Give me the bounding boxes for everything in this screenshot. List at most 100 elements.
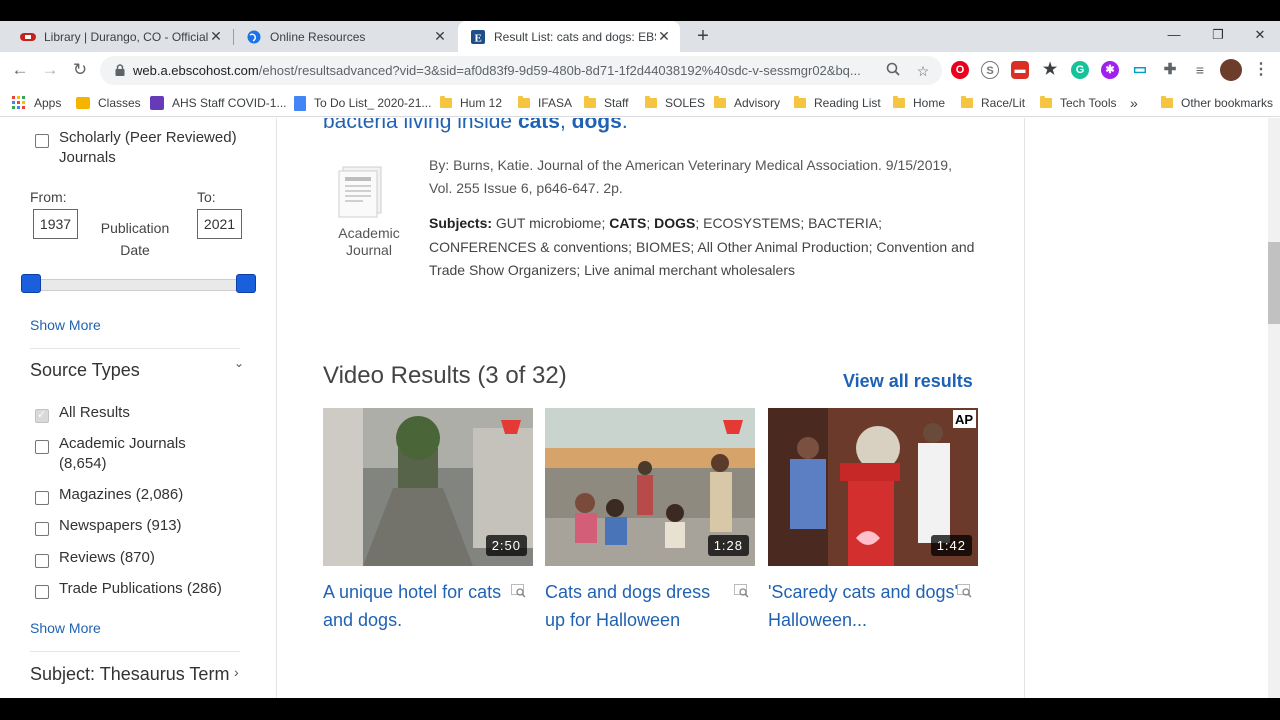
chrome-menu-icon[interactable]: ⋮ bbox=[1252, 61, 1270, 79]
cast-ext-icon[interactable]: ▭ bbox=[1131, 61, 1149, 79]
right-column bbox=[1024, 118, 1268, 698]
extension-purple-icon[interactable]: ✱ bbox=[1101, 61, 1119, 79]
profile-avatar[interactable] bbox=[1220, 59, 1242, 81]
subjects-text: ; bbox=[646, 215, 655, 231]
bookmark-hum12[interactable]: Hum 12 bbox=[440, 93, 502, 113]
scrollbar-thumb[interactable] bbox=[1268, 242, 1280, 324]
scholarly-checkbox[interactable] bbox=[35, 134, 49, 148]
puzzle-extensions-icon[interactable]: ✚ bbox=[1161, 61, 1179, 79]
academic-journals-checkbox[interactable] bbox=[35, 440, 49, 454]
video-title-link[interactable]: Cats and dogs dress up for Halloween bbox=[545, 578, 735, 634]
chevron-down-icon[interactable]: ⌄ bbox=[234, 356, 244, 370]
bookmarks-overflow-button[interactable]: » bbox=[1130, 93, 1138, 113]
video-thumbnail-hotel[interactable]: 2:50 bbox=[323, 408, 533, 566]
screen-top-bar bbox=[0, 0, 1280, 21]
tab-close-icon[interactable]: ✕ bbox=[656, 28, 672, 45]
slider-handle-from[interactable] bbox=[21, 274, 41, 293]
tab-close-icon[interactable]: ✕ bbox=[208, 28, 224, 45]
ebsco-results-page: Scholarly (Peer Reviewed) Journals From:… bbox=[0, 118, 1268, 698]
bookmark-apps[interactable]: Apps bbox=[12, 93, 61, 113]
tab-online-resources[interactable]: Online Resources ✕ bbox=[234, 21, 456, 52]
all-results-checkbox[interactable] bbox=[35, 408, 49, 423]
bookmark-ahs-staff[interactable]: AHS Staff COVID-1... bbox=[150, 93, 286, 113]
minimize-button[interactable]: — bbox=[1152, 21, 1196, 49]
bookmark-ifasa[interactable]: IFASA bbox=[518, 93, 572, 113]
newspapers-checkbox[interactable] bbox=[35, 522, 49, 536]
source-type-label: Academic Journals (8,654) bbox=[59, 435, 186, 472]
video-title-link[interactable]: A unique hotel for cats and dogs. bbox=[323, 578, 513, 634]
title-highlight: dogs bbox=[571, 118, 622, 133]
bookmark-other[interactable]: Other bookmarks bbox=[1161, 93, 1273, 113]
bookmark-label: To Do List_ 2020-21... bbox=[314, 96, 432, 110]
reload-button[interactable]: ↻ bbox=[68, 58, 92, 82]
tab-close-icon[interactable]: ✕ bbox=[432, 28, 448, 45]
source-types-heading[interactable]: Source Types bbox=[30, 360, 140, 381]
address-bar[interactable]: web.a.ebscohost.com/ehost/resultsadvance… bbox=[100, 56, 942, 85]
page-scrollbar[interactable] bbox=[1268, 118, 1280, 698]
media-queue-icon[interactable]: ≡ bbox=[1191, 61, 1209, 79]
result-subjects: Subjects: GUT microbiome; CATS; DOGS; EC… bbox=[429, 212, 989, 283]
bookmark-reading-list[interactable]: Reading List bbox=[794, 93, 881, 113]
trade-publications-checkbox[interactable] bbox=[35, 585, 49, 599]
forward-button[interactable]: → bbox=[38, 58, 62, 82]
bookmark-home[interactable]: Home bbox=[893, 93, 945, 113]
docs-icon bbox=[294, 95, 306, 111]
source-type-label: Trade Publications (286) bbox=[59, 580, 222, 597]
publication-date-label: Publication Date bbox=[100, 220, 170, 258]
bookmark-label: Staff bbox=[604, 96, 629, 110]
video-thumbnail-halloween[interactable]: 1:28 bbox=[545, 408, 755, 566]
grammarly-ext-icon[interactable]: G bbox=[1071, 61, 1089, 79]
bookmark-todo[interactable]: To Do List_ 2020-21... bbox=[294, 93, 431, 113]
bookmark-race-lit[interactable]: Race/Lit bbox=[961, 93, 1025, 113]
back-button[interactable]: ← bbox=[8, 58, 32, 82]
bookmark-soles[interactable]: SOLES bbox=[645, 93, 705, 113]
tab-ebsco-results[interactable]: E Result List: cats and dogs: EBSCO ✕ bbox=[458, 21, 680, 52]
zoom-icon[interactable] bbox=[884, 62, 902, 80]
bookmark-advisory[interactable]: Advisory bbox=[714, 93, 780, 113]
tab-library-durango[interactable]: Library | Durango, CO - Official W ✕ bbox=[8, 21, 232, 52]
reviews-checkbox[interactable] bbox=[35, 554, 49, 568]
bookmark-label: AHS Staff COVID-1... bbox=[172, 96, 287, 110]
from-year-input[interactable]: 1937 bbox=[33, 209, 78, 239]
video-title-link[interactable]: 'Scaredy cats and dogs' Halloween... bbox=[768, 578, 958, 634]
preview-magnifier-icon[interactable] bbox=[734, 584, 750, 598]
to-year-input[interactable]: 2021 bbox=[197, 209, 242, 239]
divider bbox=[30, 348, 240, 349]
tab-title: Library | Durango, CO - Official W bbox=[44, 29, 208, 44]
subject-thesaurus-heading[interactable]: Subject: Thesaurus Term bbox=[30, 663, 230, 686]
restore-button[interactable]: ❐ bbox=[1196, 21, 1240, 49]
date-range-slider[interactable] bbox=[30, 279, 248, 291]
bookmarks-bar: Apps Classes AHS Staff COVID-1... To Do … bbox=[0, 89, 1280, 117]
opera-ext-icon[interactable]: O bbox=[951, 61, 969, 79]
bookmark-staff[interactable]: Staff bbox=[584, 93, 628, 113]
slider-handle-to[interactable] bbox=[236, 274, 256, 293]
result-title-link[interactable]: bacteria living inside cats, dogs. bbox=[323, 118, 628, 134]
magazines-checkbox[interactable] bbox=[35, 491, 49, 505]
bookmark-tech-tools[interactable]: Tech Tools bbox=[1040, 93, 1116, 113]
bookmark-classes[interactable]: Classes bbox=[76, 93, 141, 113]
preview-magnifier-icon[interactable] bbox=[511, 584, 527, 598]
preview-magnifier-icon[interactable] bbox=[957, 584, 973, 598]
classes-icon bbox=[76, 97, 90, 109]
new-tab-button[interactable]: + bbox=[692, 24, 714, 48]
bookmark-star-icon[interactable]: ☆ bbox=[914, 62, 932, 80]
close-window-button[interactable]: ✕ bbox=[1238, 21, 1280, 49]
bookmark-label: Tech Tools bbox=[1060, 96, 1117, 110]
folder-icon bbox=[584, 96, 596, 108]
bookmark-label: Advisory bbox=[734, 96, 781, 110]
bookmark-label: SOLES bbox=[665, 96, 706, 110]
folder-icon bbox=[440, 96, 452, 108]
skype-ext-icon[interactable]: S bbox=[981, 61, 999, 79]
subjects-label: Subjects: bbox=[429, 215, 493, 231]
video-thumbnail-scaredy-cats[interactable]: AP 1:42 bbox=[768, 408, 978, 566]
screencast-ext-icon[interactable]: ▬ bbox=[1011, 61, 1029, 79]
result-citation: By: Burns, Katie. Journal of the America… bbox=[429, 157, 952, 196]
view-all-results-link[interactable]: View all results bbox=[843, 371, 973, 392]
folder-icon bbox=[714, 96, 726, 108]
star-ext-icon[interactable]: ★ bbox=[1041, 61, 1059, 79]
tab-title: Result List: cats and dogs: EBSCO bbox=[494, 29, 656, 44]
show-more-link[interactable]: Show More bbox=[30, 620, 101, 636]
chevron-right-icon[interactable]: › bbox=[234, 664, 239, 680]
title-text: bacteria living inside bbox=[323, 118, 518, 133]
show-more-link[interactable]: Show More bbox=[30, 317, 101, 333]
